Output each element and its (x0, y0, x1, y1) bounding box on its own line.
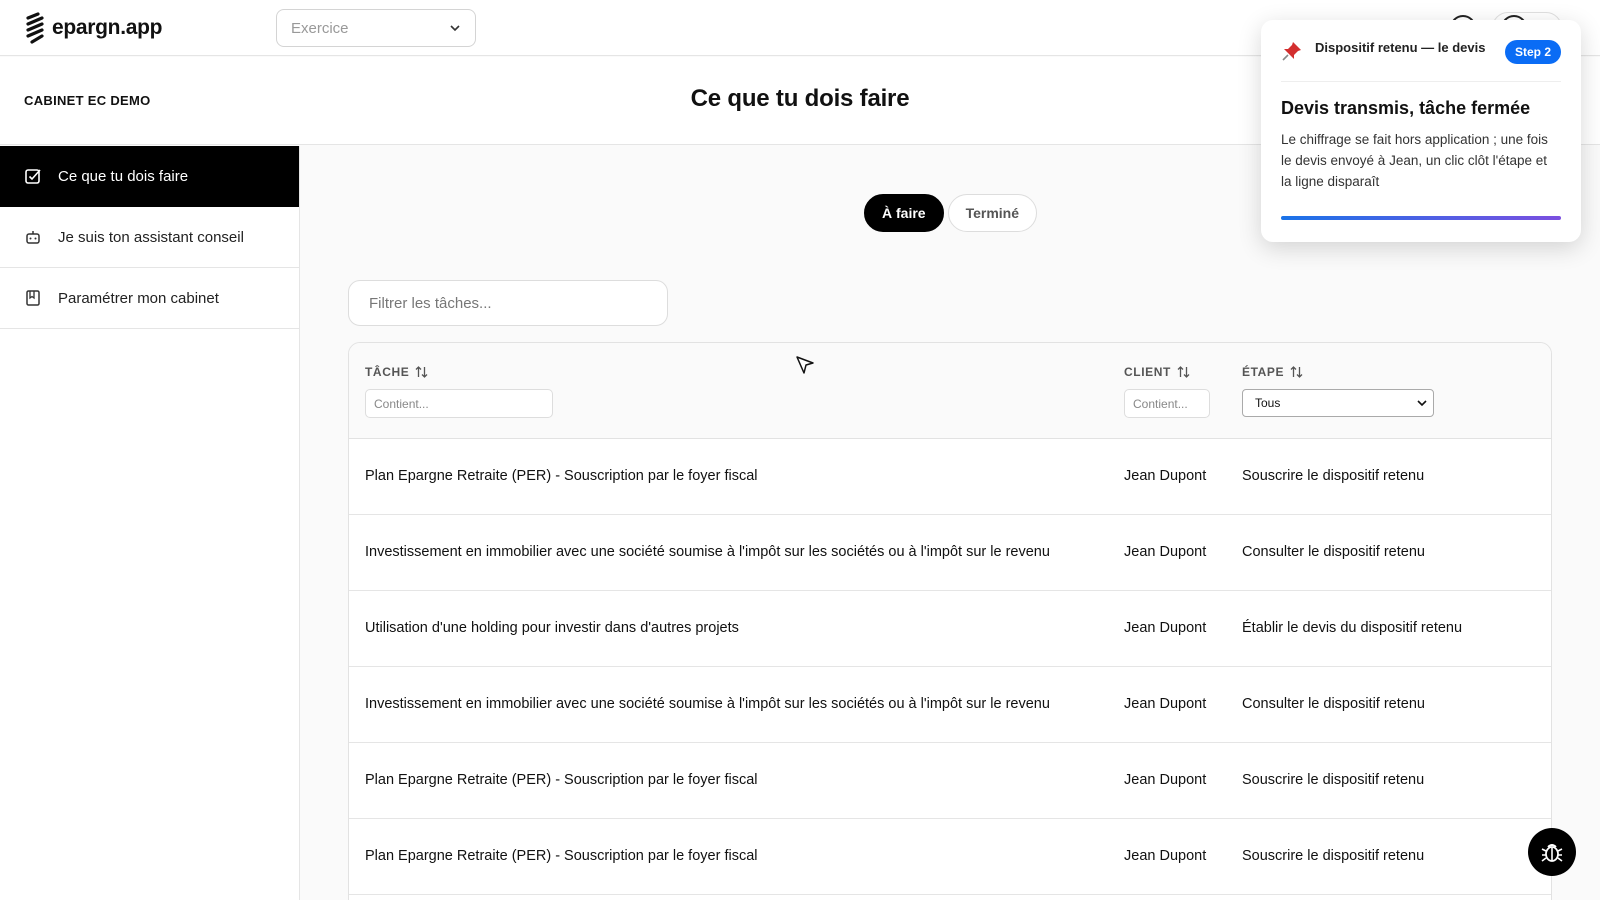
sidebar-item-label: Paramétrer mon cabinet (58, 289, 219, 307)
exercise-select-placeholder: Exercice (291, 19, 349, 37)
tab-done[interactable]: Terminé (947, 194, 1038, 232)
tour-popover-header: Dispositif retenu — le devis Step 2 (1281, 40, 1561, 82)
tab-todo[interactable]: À faire (864, 194, 944, 232)
column-header-step[interactable]: ÉTAPE (1242, 365, 1303, 379)
task-table: TÂCHE CLIENT ÉTAPE Tous Plan Epargne Ret… (348, 342, 1552, 900)
client-cell: Jean Dupont (1124, 772, 1207, 788)
sidebar-item-label: Ce que tu dois faire (58, 167, 189, 185)
client-column-filter[interactable] (1124, 389, 1210, 418)
sort-icon (415, 366, 428, 378)
client-cell: Jean Dupont (1124, 620, 1207, 636)
tour-step-badge: Step 2 (1504, 40, 1561, 64)
bug-icon (1541, 844, 1563, 862)
client-cell: Jean Dupont (1124, 848, 1207, 864)
tour-body: Le chiffrage se fait hors application ; … (1281, 132, 1548, 189)
table-row[interactable]: Investissement en immobilier avec une so… (349, 667, 1551, 743)
table-row[interactable]: Plan Epargne Retraite (PER) - Souscripti… (349, 439, 1551, 515)
sidebar-item-settings[interactable]: Paramétrer mon cabinet (0, 268, 299, 329)
logo-text: epargn.app (52, 16, 163, 39)
sort-icon (1177, 366, 1190, 378)
sidebar-item-todo[interactable]: Ce que tu dois faire (0, 146, 299, 207)
table-row[interactable]: Investissement en immobilier avec une so… (349, 515, 1551, 591)
step-cell: Souscrire le dispositif retenu (1242, 468, 1425, 484)
task-cell: Plan Epargne Retraite (PER) - Souscripti… (365, 848, 758, 864)
logo[interactable]: epargn.app (24, 12, 162, 44)
step-cell: Souscrire le dispositif retenu (1242, 848, 1425, 864)
step-column-filter[interactable]: Tous (1242, 389, 1434, 417)
bug-report-button[interactable] (1528, 828, 1576, 876)
pushpin-icon (1281, 40, 1305, 67)
column-header-task[interactable]: TÂCHE (365, 365, 428, 379)
task-cell: Investissement en immobilier avec une so… (365, 544, 1050, 560)
client-cell: Jean Dupont (1124, 468, 1207, 484)
task-cell: Utilisation d'une holding pour investir … (365, 620, 739, 636)
exercise-select[interactable]: Exercice (276, 9, 476, 47)
tour-label: Dispositif retenu — le devis (1315, 40, 1486, 55)
book-icon (24, 289, 42, 307)
chevron-down-icon (450, 25, 460, 32)
main-content: À faire Terminé TÂCHE CLIENT ÉTAPE Tous (300, 146, 1600, 900)
tour-progress-bar (1281, 216, 1561, 220)
status-tabs: À faire Terminé (864, 194, 1038, 232)
step-cell: Consulter le dispositif retenu (1242, 696, 1425, 712)
tour-title: Devis transmis, tâche fermée (1281, 98, 1531, 118)
column-header-label: CLIENT (1124, 365, 1171, 379)
task-cell: Investissement en immobilier avec une so… (365, 696, 1050, 712)
column-header-label: ÉTAPE (1242, 365, 1285, 379)
client-cell: Jean Dupont (1124, 696, 1207, 712)
mouse-cursor-icon (796, 356, 814, 374)
checkbox-icon (24, 167, 42, 185)
table-row[interactable]: Utilisation d'une holding pour investir … (349, 591, 1551, 667)
sidebar: Ce que tu dois faire Je suis ton assista… (0, 146, 300, 900)
table-row[interactable]: Plan Epargne Retraite (PER) - Souscripti… (349, 743, 1551, 819)
robot-icon (24, 228, 42, 246)
tour-popover: Dispositif retenu — le devis Step 2 Devi… (1261, 20, 1581, 242)
step-cell: Consulter le dispositif retenu (1242, 544, 1425, 560)
column-header-label: TÂCHE (365, 365, 410, 379)
sidebar-item-assistant[interactable]: Je suis ton assistant conseil (0, 207, 299, 268)
task-cell: Plan Epargne Retraite (PER) - Souscripti… (365, 772, 758, 788)
client-cell: Jean Dupont (1124, 544, 1207, 560)
step-cell: Souscrire le dispositif retenu (1242, 772, 1425, 788)
column-header-client[interactable]: CLIENT (1124, 365, 1190, 379)
task-filter-input[interactable] (348, 280, 668, 326)
logo-icon (26, 12, 44, 44)
task-cell: Plan Epargne Retraite (PER) - Souscripti… (365, 468, 758, 484)
task-column-filter[interactable] (365, 389, 553, 418)
sidebar-item-label: Je suis ton assistant conseil (58, 228, 244, 246)
table-row[interactable]: Plan Epargne Retraite (PER) - Souscripti… (349, 819, 1551, 895)
table-header: TÂCHE CLIENT ÉTAPE Tous (349, 343, 1551, 439)
step-cell: Établir le devis du dispositif retenu (1242, 620, 1463, 636)
sort-icon (1290, 366, 1303, 378)
chevron-down-icon (1417, 399, 1427, 406)
step-filter-value: Tous (1255, 396, 1281, 410)
